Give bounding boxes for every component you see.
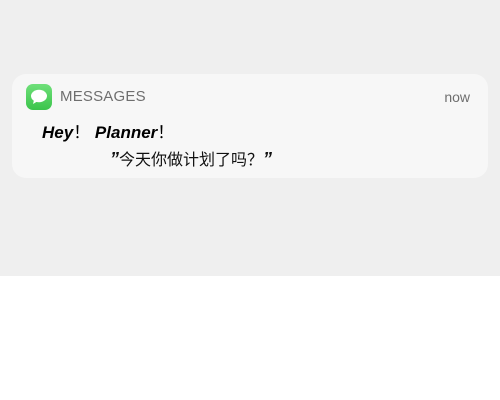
title-name: Planner xyxy=(94,123,158,142)
title-greeting: Hey xyxy=(42,123,74,142)
notification-title: Hey！ Planner！ xyxy=(42,118,174,143)
lock-screen-background: MESSAGES now Hey！ Planner！ ”今天你做计划了吗？” xyxy=(0,0,500,276)
message-text: 今天你做计划了吗？ xyxy=(119,150,264,169)
notification-time: now xyxy=(444,89,470,105)
open-quote: ” xyxy=(110,149,119,169)
app-name: MESSAGES xyxy=(60,88,146,105)
messages-icon xyxy=(26,84,52,110)
message-notification[interactable]: MESSAGES now Hey！ Planner！ ”今天你做计划了吗？” xyxy=(12,74,488,178)
title-separator: ！ xyxy=(73,123,91,142)
close-quote: ” xyxy=(263,149,273,169)
notification-body: ”今天你做计划了吗？” xyxy=(110,146,272,170)
title-separator: ！ xyxy=(157,123,175,142)
